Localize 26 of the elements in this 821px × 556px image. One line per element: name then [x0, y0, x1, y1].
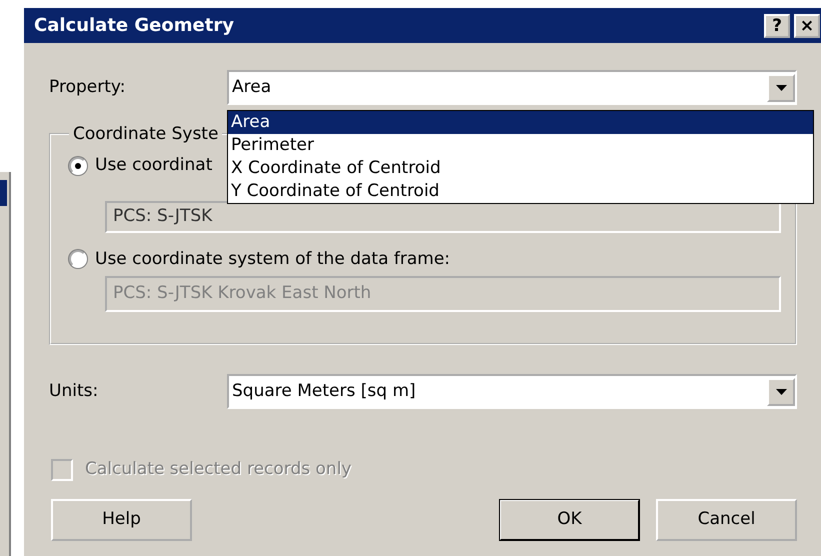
selection-highlight [0, 180, 7, 206]
radio-button[interactable] [69, 156, 87, 175]
caret-icon [776, 84, 786, 90]
window-title: Calculate Geometry [34, 14, 235, 38]
dialog-button[interactable]: Cancel [656, 498, 797, 540]
property-dropdown[interactable]: Area [227, 70, 797, 105]
coordinate-field[interactable]: PCS: S-JTSK [105, 200, 781, 232]
dropdown-option[interactable]: Y Coordinate of Centroid [228, 180, 813, 203]
group-title: Coordinate Syste [72, 123, 220, 145]
checkbox-label: Calculate selected records only [85, 458, 352, 481]
dialog-button[interactable]: Help [51, 498, 192, 540]
dropdown-option[interactable]: Perimeter [228, 134, 813, 157]
radio-label: Use coordinate system of the data frame: [95, 248, 450, 270]
units-dropdown[interactable]: Square Meters [sq m] [227, 374, 797, 409]
help-button[interactable]: ? [764, 14, 790, 38]
dialog-button[interactable]: OK [499, 498, 640, 540]
dropdown-option[interactable]: X Coordinate of Centroid [228, 157, 813, 180]
dropdown-button[interactable] [767, 378, 795, 406]
field-label: Property: [49, 76, 126, 99]
radio-label: Use coordinat [95, 154, 212, 177]
caret-icon [776, 388, 786, 394]
field-label: Units: [49, 380, 100, 403]
radio-button[interactable] [69, 250, 87, 268]
close-button[interactable]: × [794, 14, 820, 38]
dropdown-option[interactable]: Area [228, 111, 813, 134]
dropdown-button[interactable] [767, 74, 795, 102]
